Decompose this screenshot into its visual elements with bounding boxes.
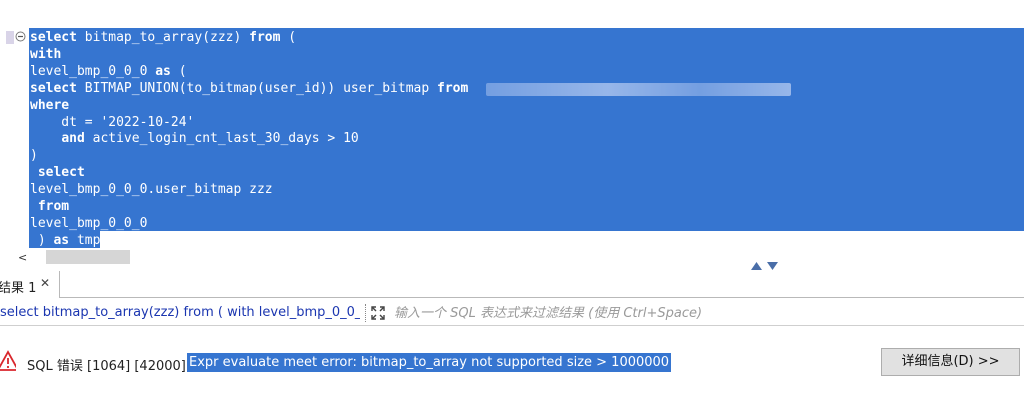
results-tab-bar: 结果 1 ✕ — [0, 271, 1024, 298]
code-text: ) — [30, 232, 54, 248]
code-keyword: and — [61, 131, 85, 147]
code-keyword: select — [30, 80, 77, 96]
code-line: select BITMAP_UNION(to_bitmap(user_id)) … — [30, 80, 468, 97]
code-text: level_bmp_0_0_0.user_bitmap zzz — [30, 182, 273, 198]
code-text: ( — [170, 63, 187, 79]
code-keyword: as — [53, 232, 70, 248]
expand-arrows-icon[interactable] — [370, 305, 386, 321]
code-keyword: select — [30, 30, 77, 45]
close-icon[interactable]: ✕ — [40, 276, 50, 290]
code-line: level_bmp_0_0_0 — [30, 215, 147, 232]
sql-editor[interactable]: select bitmap_to_array(zzz) from (with le… — [0, 0, 1024, 270]
code-text: BITMAP_UNION(to_bitmap(user_id)) user_bi… — [76, 80, 437, 96]
tab-label: 结果 1 — [0, 281, 37, 296]
code-keyword: from — [249, 30, 281, 45]
divider — [365, 304, 367, 322]
code-keyword: as — [155, 63, 171, 79]
gutter-marker — [6, 31, 14, 44]
code-text: level_bmp_0_0_0 — [30, 215, 148, 231]
error-message[interactable]: Expr evaluate meet error: bitmap_to_arra… — [187, 353, 672, 372]
horizontal-scrollbar-thumb[interactable] — [46, 250, 130, 264]
code-line: level_bmp_0_0_0 as ( — [30, 63, 187, 80]
code-text: tmp — [69, 232, 101, 248]
details-button[interactable]: 详细信息(D) >> — [881, 348, 1020, 376]
tab-results-1[interactable]: 结果 1 ✕ — [0, 271, 60, 298]
warning-triangle-icon — [0, 348, 20, 372]
code-line: with — [30, 46, 61, 63]
code-text: active_login_cnt_last_30_days > 10 — [84, 131, 359, 147]
code-line: select bitmap_to_array(zzz) from ( — [30, 29, 296, 46]
code-text: dt = '2022-10-24' — [30, 114, 195, 130]
code-keyword: from — [37, 199, 70, 214]
code-line: level_bmp_0_0_0.user_bitmap zzz — [30, 181, 273, 198]
code-text: level_bmp_0_0_0 — [30, 63, 156, 79]
code-text: ( — [280, 30, 297, 45]
code-line: select — [30, 164, 85, 181]
code-text: ) — [30, 148, 38, 164]
redacted-table-name — [486, 83, 791, 96]
code-line: from — [30, 198, 69, 215]
query-text-link[interactable]: select bitmap_to_array(zzz) from ( with … — [0, 305, 360, 320]
collapse-minus-icon[interactable] — [15, 31, 26, 42]
code-line: where — [30, 97, 69, 114]
code-line: dt = '2022-10-24' — [30, 114, 194, 131]
divider — [59, 297, 1024, 298]
code-text: bitmap_to_array(zzz) — [76, 30, 250, 45]
code-keyword: from — [437, 80, 469, 96]
code-keyword: where — [30, 97, 70, 113]
filter-bar: select bitmap_to_array(zzz) from ( with … — [0, 301, 1024, 326]
code-line: ) — [30, 147, 38, 164]
error-code: SQL 错误 [1064] [42000]: — [27, 359, 191, 374]
code-keyword: select — [37, 165, 85, 181]
code-line: and active_login_cnt_last_30_days > 10 — [30, 130, 359, 147]
code-line: ) as tmp — [30, 232, 101, 249]
filter-input[interactable] — [390, 302, 1024, 324]
code-keyword: with — [30, 46, 62, 62]
arrow-left-icon[interactable]: < — [18, 251, 27, 264]
